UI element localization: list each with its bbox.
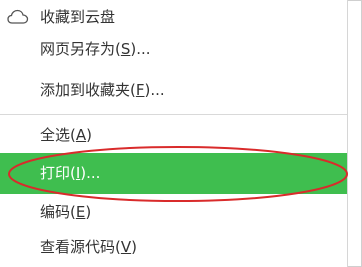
menu-item-label: 添加到收藏夹(F)... — [40, 81, 165, 99]
menu-separator — [0, 114, 347, 115]
menu-item-select-all[interactable]: 全选(A) — [0, 118, 347, 153]
menu-item-label: 编码(E) — [40, 203, 92, 221]
context-menu: 收藏到云盘 网页另存为(S)... 添加到收藏夹(F)... 全选(A) 打印(… — [0, 0, 347, 267]
cloud-icon — [7, 9, 29, 24]
menu-item-label: 查看源代码(V) — [40, 238, 137, 256]
menu-item-save-to-cloud[interactable]: 收藏到云盘 — [0, 0, 347, 35]
menu-item-add-to-favorites[interactable]: 添加到收藏夹(F)... — [0, 73, 347, 108]
menu-scrollbar-edge — [347, 0, 348, 267]
menu-item-save-page-as[interactable]: 网页另存为(S)... — [0, 32, 347, 67]
menu-item-label: 收藏到云盘 — [40, 8, 116, 26]
menu-item-view-source[interactable]: 查看源代码(V) — [0, 230, 347, 265]
menu-item-label: 打印(I)... — [40, 164, 101, 182]
menu-item-label: 全选(A) — [40, 126, 92, 144]
menu-item-print[interactable]: 打印(I)... — [0, 153, 347, 194]
menu-item-label: 网页另存为(S)... — [40, 40, 151, 58]
menu-item-encoding[interactable]: 编码(E) — [0, 195, 347, 230]
